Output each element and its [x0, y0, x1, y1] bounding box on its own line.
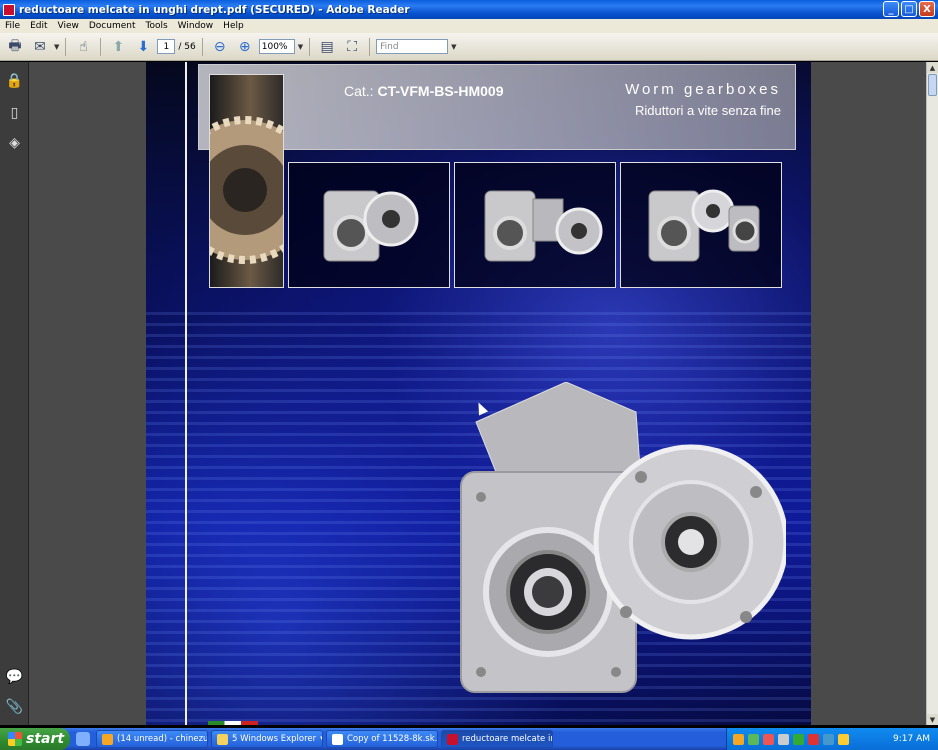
catalog-label: Cat.: CT-VFM-BS-HM009 — [344, 83, 503, 99]
title-bar: reductoare melcate in unghi drept.pdf (S… — [0, 0, 938, 19]
taskbar-clock[interactable]: 9:17 AM — [893, 734, 930, 744]
document-icon — [332, 733, 343, 745]
scroll-up-icon[interactable]: ▲ — [927, 62, 938, 73]
tray-icon[interactable] — [838, 733, 849, 745]
tray-icon[interactable] — [793, 733, 804, 745]
task-label: Copy of 11528-8k.sk... — [347, 734, 438, 744]
menu-edit[interactable]: Edit — [25, 21, 52, 31]
hand-tool-icon[interactable]: ☝ — [72, 37, 94, 57]
window-controls: _ □ X — [883, 1, 935, 17]
tray-icon[interactable] — [763, 733, 774, 745]
document-subtitle: Riduttori a vite senza fine — [635, 103, 781, 118]
navigation-pane: 🔒 ▯ ◈ 💬 📎 — [0, 62, 29, 725]
window-title: reductoare melcate in unghi drept.pdf (S… — [19, 3, 410, 16]
volume-icon[interactable] — [778, 733, 789, 745]
start-button[interactable]: start — [0, 728, 70, 750]
toolbar-separator — [309, 37, 311, 56]
document-title: Worm gearboxes — [625, 81, 781, 98]
fit-page-icon[interactable]: ▤ — [316, 37, 338, 57]
taskbar: start (14 unread) - chinezu... 5 Windows… — [0, 728, 938, 750]
product-photo-2 — [454, 162, 616, 288]
adobe-reader-icon — [3, 3, 15, 16]
toolbar-separator — [201, 37, 203, 56]
tray-icon[interactable] — [808, 733, 819, 745]
toolbar-separator — [100, 37, 102, 56]
next-page-icon[interactable]: ⬇ — [132, 37, 154, 57]
menu-bar: File Edit View Document Tools Window Hel… — [0, 19, 938, 33]
task-button-explorer[interactable]: 5 Windows Explorer ▼ — [211, 730, 323, 748]
minimize-button[interactable]: _ — [883, 1, 899, 17]
page-total: / 56 — [178, 41, 196, 52]
previous-page-icon[interactable]: ⬆ — [107, 37, 129, 57]
task-button-browser[interactable]: (14 unread) - chinezu... — [96, 730, 208, 748]
find-input[interactable]: Find — [376, 39, 449, 54]
gearbox-photo — [460, 382, 786, 693]
start-label: start — [26, 731, 65, 747]
menu-help[interactable]: Help — [218, 21, 249, 31]
print-icon[interactable]: 🖶 — [4, 37, 26, 57]
network-icon[interactable] — [823, 733, 834, 745]
italian-flag — [208, 721, 258, 725]
zoom-in-icon[interactable]: ⊕ — [234, 37, 256, 57]
attachment-icon[interactable]: 📎 — [6, 698, 23, 715]
menu-file[interactable]: File — [0, 21, 25, 31]
comments-icon[interactable]: 💬 — [6, 668, 23, 685]
email-icon[interactable]: ✉ — [29, 37, 51, 57]
scroll-down-icon[interactable]: ▼ — [927, 714, 938, 725]
chevron-down-icon[interactable]: ▼ — [54, 43, 59, 51]
folder-icon — [217, 733, 228, 745]
tray-icon[interactable] — [733, 733, 744, 745]
task-label: 5 Windows Explorer — [232, 734, 317, 744]
product-photo-3 — [620, 162, 782, 288]
toolbar-separator — [369, 37, 371, 56]
vertical-scrollbar[interactable]: ▲ ▼ — [926, 62, 938, 725]
layers-icon[interactable]: ◈ — [6, 134, 23, 151]
pages-icon[interactable]: ▯ — [6, 104, 23, 121]
task-button-reader[interactable]: reductoare melcate in... — [441, 730, 553, 748]
menu-view[interactable]: View — [53, 21, 84, 31]
task-label: reductoare melcate in... — [462, 734, 552, 744]
tray-icon[interactable] — [748, 733, 759, 745]
chevron-down-icon: ▼ — [320, 735, 322, 743]
page-number-input[interactable]: 1 — [157, 39, 176, 54]
zoom-input[interactable]: 100% — [258, 39, 295, 54]
adobe-reader-icon — [447, 733, 458, 745]
task-button-copy[interactable]: Copy of 11528-8k.sk... — [326, 730, 438, 748]
page-margin-line — [185, 62, 187, 725]
menu-window[interactable]: Window — [173, 21, 219, 31]
menu-document[interactable]: Document — [84, 21, 141, 31]
toolbar: 🖶 ✉ ▼ ☝ ⬆ ⬇ 1 / 56 ⊖ ⊕ 100% ▼ ▤ ⛶ Find ▼ — [0, 33, 938, 61]
zoom-out-icon[interactable]: ⊖ — [209, 37, 231, 57]
toolbar-separator — [65, 37, 67, 56]
pdf-page: Cat.: CT-VFM-BS-HM009 Worm gearboxes Rid… — [146, 62, 811, 725]
maximize-button[interactable]: □ — [901, 1, 917, 17]
gear-photo — [209, 74, 284, 288]
browser-icon — [102, 733, 113, 745]
header-band: Cat.: CT-VFM-BS-HM009 Worm gearboxes Rid… — [198, 64, 796, 150]
quick-launch-icon[interactable] — [76, 732, 90, 746]
system-tray: 9:17 AM — [726, 728, 938, 750]
full-screen-icon[interactable]: ⛶ — [341, 37, 363, 57]
catalog-prefix: Cat.: — [344, 83, 374, 99]
close-button[interactable]: X — [919, 1, 935, 17]
product-photo-1 — [288, 162, 450, 288]
lock-icon[interactable]: 🔒 — [6, 72, 23, 89]
chevron-down-icon[interactable]: ▼ — [298, 43, 303, 51]
task-label: (14 unread) - chinezu... — [117, 734, 208, 744]
chevron-down-icon[interactable]: ▼ — [451, 43, 456, 51]
menu-tools[interactable]: Tools — [141, 21, 173, 31]
windows-logo-icon — [8, 732, 22, 746]
quick-launch — [76, 732, 90, 746]
catalog-code: CT-VFM-BS-HM009 — [377, 83, 504, 99]
scroll-thumb[interactable] — [928, 74, 937, 96]
